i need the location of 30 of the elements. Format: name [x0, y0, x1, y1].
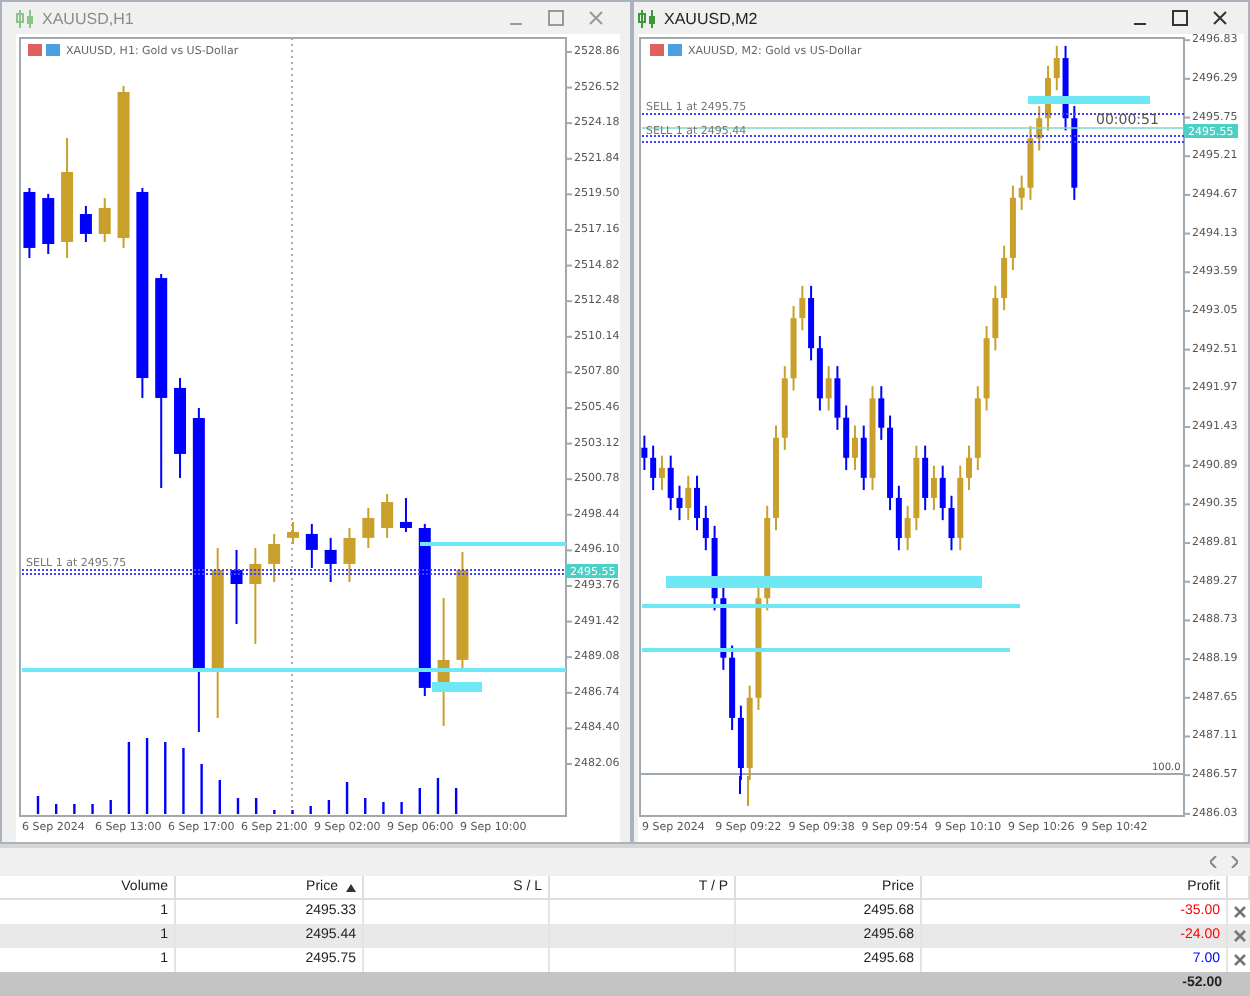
- chart-type-icon[interactable]: [650, 44, 682, 56]
- candle: [174, 377, 187, 479]
- candle: [42, 192, 55, 256]
- candle: [61, 136, 74, 259]
- candle: [23, 187, 36, 259]
- candle-icon: [638, 9, 656, 27]
- window-title: XAUUSD,H1: [42, 9, 136, 27]
- candle: [381, 492, 394, 539]
- candle: [98, 197, 111, 243]
- maximize-icon[interactable]: [1172, 10, 1188, 26]
- close-icon[interactable]: [1212, 10, 1228, 26]
- candle: [399, 497, 412, 533]
- candle: [305, 522, 318, 570]
- chart-type-icon[interactable]: [28, 44, 60, 56]
- candle: [287, 520, 299, 545]
- candle: [343, 527, 356, 583]
- highlight-band: [1028, 96, 1150, 104]
- scroll-right-icon[interactable]: [1230, 856, 1238, 868]
- candle: [324, 536, 337, 583]
- candle: [268, 532, 281, 583]
- window-title: XAUUSD,M2: [664, 9, 760, 27]
- candle: [456, 550, 469, 673]
- candle: [230, 548, 243, 625]
- scroll-left-icon[interactable]: [1210, 856, 1218, 868]
- candle-icon: [16, 9, 34, 27]
- sort-icon: [346, 883, 356, 891]
- candle: [79, 204, 92, 243]
- candle: [362, 506, 375, 549]
- highlight-band: [432, 682, 482, 692]
- candle: [249, 546, 262, 645]
